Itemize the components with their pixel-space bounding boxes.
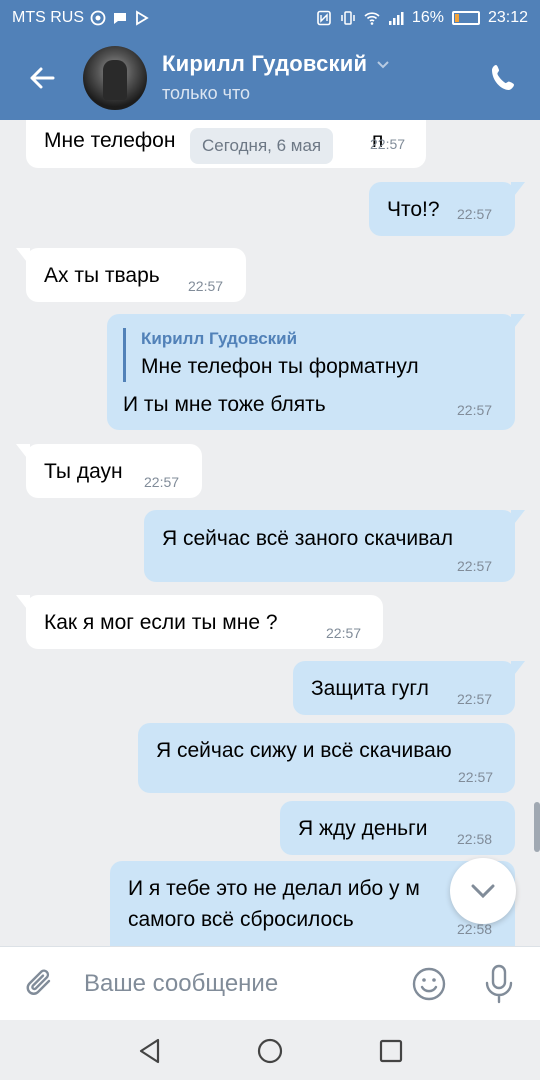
message-text: Я жду деньги (298, 817, 428, 840)
reply-author: Кирилл Гудовский (141, 329, 298, 348)
message-outgoing-reply[interactable]: Кирилл Гудовский Мне телефон ты форматну… (107, 314, 525, 430)
message-text: Я сейчас сижу и всё скачиваю (156, 739, 452, 762)
contact-status: только что (162, 83, 251, 103)
message-outgoing[interactable]: Я жду деньги 22:58 (280, 801, 515, 855)
message-time: 22:57 (188, 278, 224, 294)
message-text-line2: самого всё сбросилось (128, 908, 354, 931)
composer (0, 946, 540, 1020)
phone-icon[interactable] (488, 62, 520, 94)
message-input[interactable] (84, 965, 394, 1003)
avatar[interactable] (83, 46, 147, 110)
message-time: 22:57 (457, 402, 493, 418)
scrollbar[interactable] (534, 802, 540, 852)
carrier-label: MTS RUS (12, 9, 84, 26)
app-notification-icon (136, 10, 149, 26)
message-time: 22:58 (457, 831, 493, 847)
message-outgoing[interactable]: Я сейчас сижу и всё скачиваю 22:57 (138, 723, 515, 793)
message-time: 22:57 (457, 206, 493, 222)
notification-icon (90, 10, 106, 26)
smiley-icon[interactable] (410, 965, 448, 1003)
message-text: Я сейчас всё заного скачивал (162, 527, 453, 550)
message-list[interactable]: Мне телефон п 22:57 Сегодня, 6 мая Что!?… (0, 120, 540, 946)
reply-quote-bar (123, 328, 126, 382)
message-incoming[interactable]: Как я мог если ты мне ? 22:57 (16, 595, 383, 649)
message-incoming[interactable]: Ах ты тварь 22:57 (16, 248, 246, 302)
nav-recent-apps-icon[interactable] (378, 1038, 404, 1064)
scroll-to-bottom-button[interactable] (450, 858, 516, 924)
message-time: 22:57 (458, 769, 494, 785)
date-separator: Сегодня, 6 мая (190, 128, 334, 164)
clock: 23:12 (487, 9, 528, 26)
chat-header: Кирилл Гудовский только что (0, 36, 540, 120)
paperclip-icon[interactable] (22, 965, 58, 1001)
message-text-line1: И я тебе это не делал ибо у м (128, 877, 420, 900)
nav-back-icon[interactable] (136, 1037, 164, 1065)
message-outgoing[interactable]: Защита гугл 22:57 (293, 661, 525, 715)
vibrate-icon (341, 11, 355, 25)
message-text: Что!? (387, 198, 440, 221)
nfc-icon (317, 10, 331, 26)
message-text: Мне телефон (44, 129, 176, 152)
wifi-icon (364, 12, 380, 25)
chat-notification-icon (114, 13, 126, 24)
reply-text: Мне телефон ты форматнул (141, 355, 419, 378)
chevron-down-icon (377, 61, 389, 69)
message-time: 22:57 (457, 558, 493, 574)
message-text: Защита гугл (311, 677, 429, 700)
message-outgoing[interactable]: Что!? 22:57 (369, 182, 525, 236)
nav-home-icon[interactable] (256, 1037, 284, 1065)
message-text: Как я мог если ты мне ? (44, 611, 278, 634)
system-nav-bar (0, 1020, 540, 1080)
battery-icon (451, 11, 480, 25)
message-time: 22:57 (370, 136, 406, 152)
message-incoming[interactable]: Ты даун 22:57 (16, 444, 202, 498)
message-time: 22:57 (144, 474, 180, 490)
message-text: Ах ты тварь (44, 264, 160, 287)
back-arrow-icon[interactable] (22, 58, 62, 98)
message-time: 22:57 (326, 625, 362, 641)
battery-percent: 16% (411, 9, 444, 26)
contact-name[interactable]: Кирилл Гудовский (162, 51, 391, 77)
signal-icon (388, 12, 404, 25)
message-text: Ты даун (44, 460, 123, 483)
microphone-icon[interactable] (480, 963, 518, 1005)
status-bar: MTS RUS 16% 23:12 (0, 0, 540, 36)
message-time: 22:57 (457, 691, 493, 707)
message-outgoing[interactable]: Я сейчас всё заного скачивал 22:57 (144, 510, 525, 582)
message-text: И ты мне тоже блять (123, 393, 326, 416)
contact-name-text: Кирилл Гудовский (162, 51, 368, 76)
chevron-down-icon (471, 884, 495, 899)
